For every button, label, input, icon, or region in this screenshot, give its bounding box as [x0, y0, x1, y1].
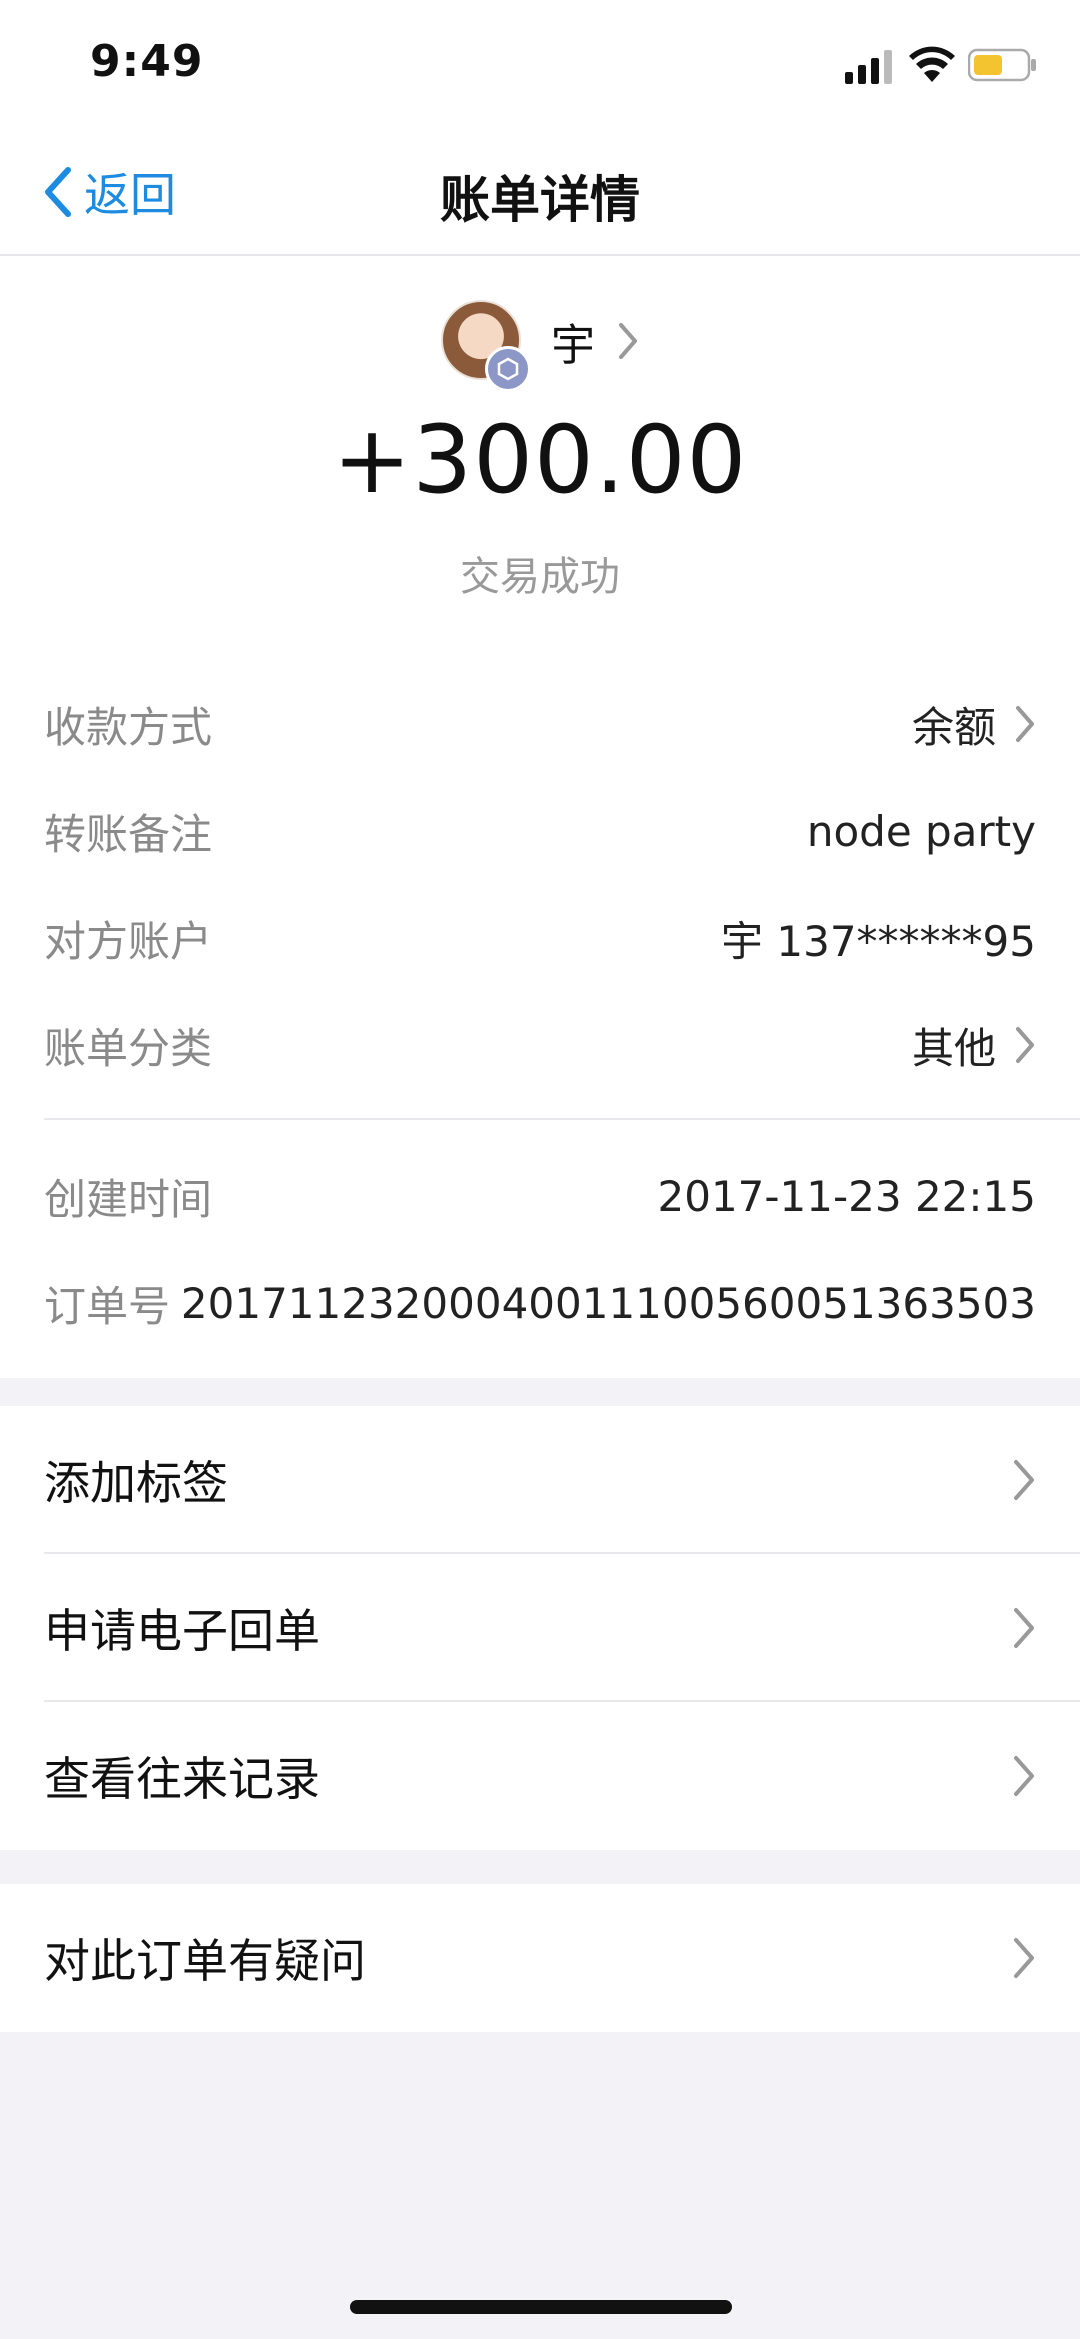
detail-row-order-number: 订单号 20171123200040011100560051363503 [44, 1263, 1036, 1343]
chevron-right-icon [1016, 1027, 1034, 1063]
order-question-button[interactable]: 对此订单有疑问 [0, 1884, 1080, 2032]
chevron-right-icon [619, 323, 637, 359]
menu-item-label: 添加标签 [44, 1456, 228, 1510]
status-time: 9:49 [90, 36, 204, 87]
add-tag-button[interactable]: 添加标签 [0, 1406, 1080, 1554]
chevron-right-icon [1014, 1756, 1034, 1796]
category-value: 其他 [911, 1023, 996, 1073]
payment-method-value: 余额 [911, 702, 996, 752]
divider [44, 1118, 1080, 1120]
bill-summary-card: 宇 +300.00 交易成功 收款方式 余额 转账备注 node party 对… [0, 256, 1080, 1378]
detail-label: 对方账户 [44, 916, 213, 966]
battery-icon [968, 48, 1036, 82]
created-time-value: 2017-11-23 22:15 [657, 1171, 1036, 1221]
transfer-note-value: node party [806, 806, 1036, 856]
counterparty-account-value: 宇 137******95 [721, 916, 1036, 966]
navigation-bar: 返回 账单详情 [0, 130, 1080, 256]
transaction-status: 交易成功 [460, 554, 620, 600]
detail-value: 其他 [912, 1015, 1036, 1076]
detail-value: 余额 [912, 694, 1036, 755]
detail-row-transfer-note: 转账备注 node party [44, 791, 1036, 871]
chevron-right-icon [1016, 706, 1034, 742]
transaction-amount: +300.00 [332, 406, 748, 515]
chevron-right-icon [1014, 1608, 1034, 1648]
cellular-signal-icon [845, 50, 892, 84]
home-indicator[interactable] [350, 2300, 732, 2314]
detail-label: 订单号 [44, 1281, 171, 1331]
support-group: 对此订单有疑问 [0, 1884, 1080, 2032]
request-e-receipt-button[interactable]: 申请电子回单 [0, 1554, 1080, 1702]
actions-group: 添加标签 申请电子回单 查看往来记录 [0, 1406, 1080, 1850]
detail-row-created-time: 创建时间 2017-11-23 22:15 [44, 1156, 1036, 1236]
menu-item-label: 查看往来记录 [44, 1752, 320, 1806]
detail-row-counterparty-account: 对方账户 宇 137******95 [44, 898, 1036, 978]
detail-label: 账单分类 [44, 1023, 213, 1073]
order-number-value: 20171123200040011100560051363503 [180, 1278, 1036, 1328]
detail-row-category[interactable]: 账单分类 其他 [44, 1005, 1036, 1085]
chevron-right-icon [1014, 1460, 1034, 1500]
detail-label: 转账备注 [44, 809, 213, 859]
detail-label: 收款方式 [44, 702, 213, 752]
detail-label: 创建时间 [44, 1174, 213, 1224]
payer-profile-link[interactable]: 宇 [0, 296, 1080, 392]
status-bar: 9:49 [0, 0, 1080, 130]
page-title: 账单详情 [440, 171, 640, 229]
payer-name: 宇 [551, 320, 595, 371]
verified-badge-icon [485, 346, 531, 392]
avatar [441, 300, 531, 392]
wifi-icon [909, 46, 955, 82]
view-transaction-history-button[interactable]: 查看往来记录 [0, 1702, 1080, 1850]
detail-row-payment-method[interactable]: 收款方式 余额 [44, 684, 1036, 764]
menu-item-label: 申请电子回单 [44, 1604, 320, 1658]
menu-item-label: 对此订单有疑问 [44, 1934, 366, 1988]
chevron-right-icon [1014, 1938, 1034, 1978]
